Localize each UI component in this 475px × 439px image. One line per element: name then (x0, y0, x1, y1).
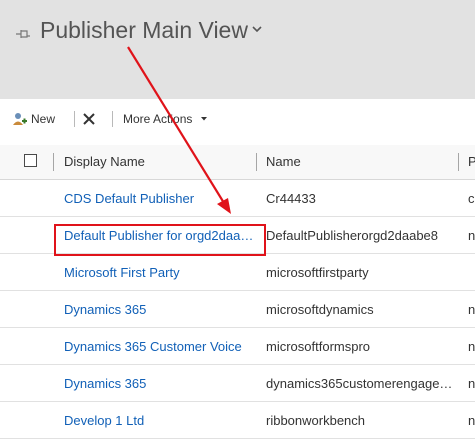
display-name-link[interactable]: Dynamics 365 (64, 302, 146, 317)
close-icon (83, 113, 95, 125)
records-grid: Display Name Name P CDS Default Publishe… (0, 145, 475, 439)
grid-header: Display Name Name P (0, 145, 475, 180)
command-bar: New More Actions (0, 99, 475, 139)
table-row[interactable]: Dynamics 365 Customer Voice microsoftfor… (0, 328, 475, 365)
display-name-link[interactable]: Default Publisher for orgd2daa… (64, 228, 253, 243)
name-cell: DefaultPublisherorgd2daabe8 (266, 228, 439, 243)
table-row[interactable]: Dynamics 365 dynamics365customerengage… … (0, 365, 475, 402)
view-header: Publisher Main View (0, 0, 475, 99)
column-header-name[interactable]: Name (266, 154, 301, 169)
p-cell: n (468, 228, 475, 243)
new-publisher-icon (13, 113, 27, 125)
table-row[interactable]: CDS Default Publisher Cr44433 c (0, 180, 475, 217)
delete-button[interactable] (82, 108, 96, 130)
name-cell: ribbonworkbench (266, 413, 366, 428)
column-header-display-name[interactable]: Display Name (64, 154, 145, 169)
column-divider[interactable] (458, 153, 459, 171)
p-cell: n (468, 413, 475, 428)
table-row[interactable]: Dynamics 365 microsoftdynamics n (0, 291, 475, 328)
column-divider[interactable] (53, 153, 54, 171)
p-cell: n (468, 302, 475, 317)
display-name-link[interactable]: Develop 1 Ltd (64, 413, 144, 428)
display-name-link[interactable]: Microsoft First Party (64, 265, 180, 280)
name-cell: microsoftformspro (266, 339, 371, 354)
display-name-link[interactable]: Dynamics 365 (64, 376, 146, 391)
name-cell: Cr44433 (266, 191, 316, 206)
table-row[interactable]: Microsoft First Party microsoftfirstpart… (0, 254, 475, 291)
p-cell: n (468, 376, 475, 391)
more-actions-button[interactable]: More Actions (123, 108, 208, 130)
column-divider[interactable] (256, 153, 257, 171)
pin-icon[interactable] (15, 27, 31, 41)
new-button-label: New (31, 112, 56, 126)
display-name-link[interactable]: CDS Default Publisher (64, 191, 194, 206)
name-cell: microsoftfirstparty (266, 265, 369, 280)
table-row[interactable]: Develop 1 Ltd ribbonworkbench n (0, 402, 475, 439)
caret-down-icon (201, 117, 208, 121)
view-title[interactable]: Publisher Main View (40, 17, 248, 44)
column-header-p[interactable]: P (468, 154, 475, 169)
name-cell: dynamics365customerengage… (266, 376, 453, 391)
p-cell: n (468, 339, 475, 354)
name-cell: microsoftdynamics (266, 302, 374, 317)
more-actions-label: More Actions (123, 112, 193, 126)
p-cell: c (468, 191, 475, 206)
table-row[interactable]: Default Publisher for orgd2daa… DefaultP… (0, 217, 475, 254)
select-all-checkbox[interactable] (24, 154, 37, 167)
chevron-down-icon[interactable] (251, 23, 263, 35)
new-button[interactable]: New (12, 108, 55, 130)
display-name-link[interactable]: Dynamics 365 Customer Voice (64, 339, 242, 354)
toolbar-divider (112, 111, 113, 127)
toolbar-divider (74, 111, 75, 127)
